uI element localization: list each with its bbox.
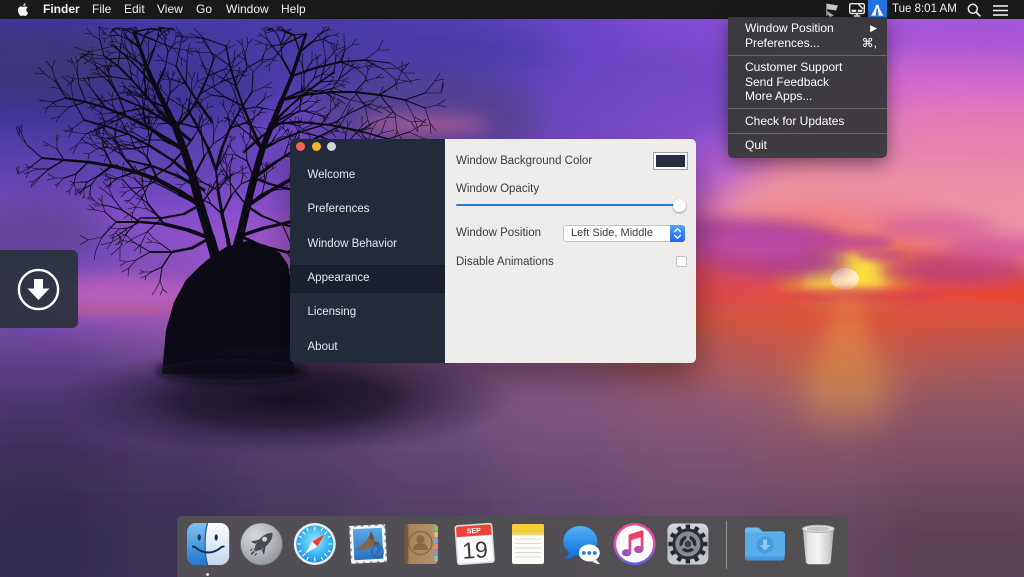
svg-text:SEP: SEP [467, 528, 482, 536]
svg-text:19: 19 [461, 536, 488, 564]
